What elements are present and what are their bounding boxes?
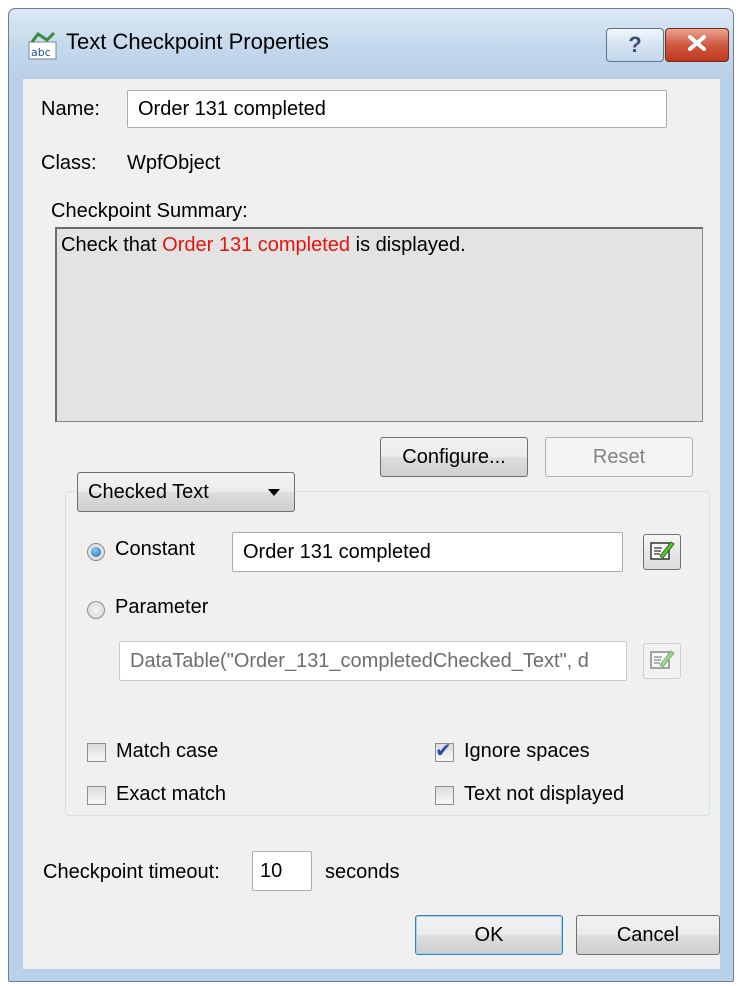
parameter-edit-icon [649,647,675,676]
checkpoint-summary-box: Check that Order 131 completed is displa… [55,227,703,422]
close-icon [686,34,708,57]
parameter-edit-button[interactable] [643,643,681,679]
checkmark-icon: ✔ [435,738,452,762]
constant-value-field[interactable]: Order 131 completed [232,532,623,572]
ignore-spaces-label: Ignore spaces [464,740,590,762]
timeout-field[interactable]: 10 [252,851,312,891]
parameter-radio[interactable] [87,601,105,619]
abc-text-icon: abc [28,31,58,61]
exact-match-checkbox[interactable] [87,786,106,805]
name-field[interactable]: Order 131 completed [127,90,667,128]
svg-text:abc: abc [31,46,51,59]
close-button[interactable] [665,28,729,62]
dialog-window: abc Text Checkpoint Properties ? Name: O… [8,8,734,982]
match-case-checkbox[interactable] [87,743,106,762]
title-bar[interactable]: abc Text Checkpoint Properties ? [9,9,733,79]
edit-value-icon [649,538,675,567]
checked-text-dropdown[interactable]: Checked Text [77,472,295,512]
name-label: Name: [41,98,100,120]
dropdown-arrow-icon [268,489,280,496]
text-not-displayed-checkbox[interactable] [435,786,454,805]
summary-highlight: Order 131 completed [162,234,351,256]
cancel-button[interactable]: Cancel [576,915,720,955]
class-label: Class: [41,152,97,174]
constant-radio[interactable] [87,543,105,561]
text-not-displayed-label: Text not displayed [464,783,625,805]
constant-label: Constant [115,538,196,560]
parameter-value-field[interactable]: DataTable("Order_131_completedChecked_Te… [119,641,627,681]
checkpoint-summary-label: Checkpoint Summary: [51,200,248,222]
parameter-label: Parameter [115,596,209,618]
checkpoint-timeout-label: Checkpoint timeout: [43,861,220,883]
summary-suffix: is displayed. [350,234,466,256]
match-case-label: Match case [116,740,219,762]
dialog-body: Name: Order 131 completed Class: WpfObje… [23,79,720,969]
constant-edit-button[interactable] [643,534,681,570]
class-value: WpfObject [127,152,221,174]
ignore-spaces-checkbox[interactable]: ✔ [435,738,454,762]
reset-button[interactable]: Reset [545,437,693,477]
help-button[interactable]: ? [606,28,664,62]
exact-match-label: Exact match [116,783,227,805]
ok-button[interactable]: OK [415,915,563,955]
summary-prefix: Check that [61,234,163,256]
help-icon: ? [628,32,642,57]
dialog-title: Text Checkpoint Properties [66,29,329,54]
timeout-unit-label: seconds [325,861,400,883]
configure-button[interactable]: Configure... [380,437,528,477]
checked-text-dropdown-value: Checked Text [88,480,209,503]
